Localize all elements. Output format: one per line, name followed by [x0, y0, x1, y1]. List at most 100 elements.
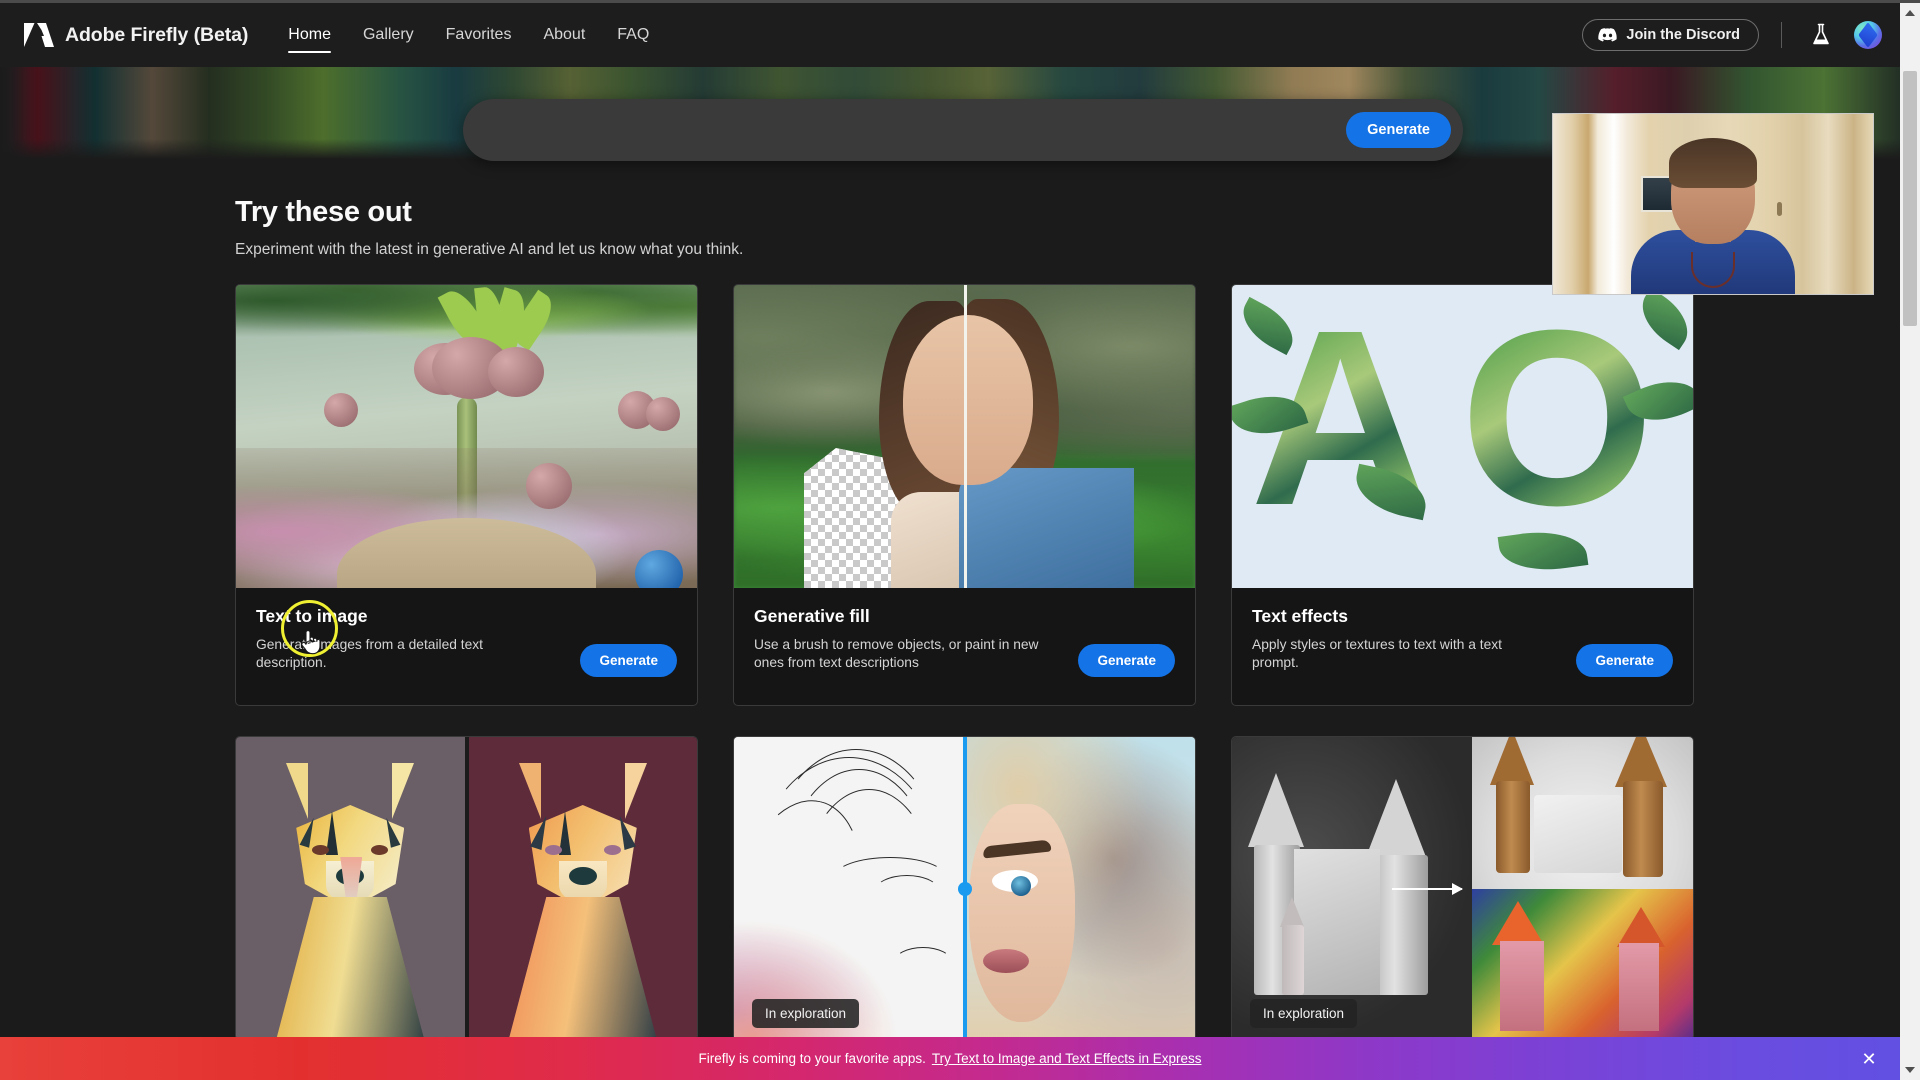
- card-description: Generate images from a detailed text des…: [256, 637, 484, 671]
- castle-small-tower: [1282, 925, 1304, 995]
- card-text-effects[interactable]: A O Text effects Apply styles or texture…: [1231, 284, 1694, 706]
- portrait-face: [902, 315, 1033, 485]
- main-nav: Home Gallery Favorites About FAQ: [272, 3, 665, 67]
- card-text-to-image[interactable]: Text to image Generate images from a det…: [235, 284, 698, 706]
- dog-body: [274, 897, 427, 1040]
- webcam-person-hair: [1669, 138, 1757, 188]
- nav-item-home[interactable]: Home: [272, 3, 347, 67]
- card-generate-button[interactable]: Generate: [580, 644, 677, 677]
- card-title: Text effects: [1252, 606, 1348, 626]
- geometric-dogs-image: [236, 737, 697, 1040]
- dog-ear: [624, 763, 647, 819]
- colorful-tower: [1618, 942, 1659, 1031]
- garden-bulb: [526, 463, 572, 509]
- dog-panel-left: [236, 737, 465, 1040]
- card-3d-to-image[interactable]: In exploration: [1231, 736, 1694, 1041]
- main-content: Try these out Experiment with the latest…: [0, 159, 1900, 1080]
- painted-iris: [1010, 876, 1031, 897]
- header-actions: Join the Discord: [1582, 3, 1882, 67]
- gingerbread-castle-image: [1471, 737, 1693, 889]
- garden-bulb: [488, 347, 544, 397]
- gingerbread-roof: [1533, 795, 1622, 873]
- avatar[interactable]: [1854, 21, 1882, 49]
- castle-tower: [1372, 855, 1428, 995]
- garden-bulb: [646, 397, 680, 431]
- scrollbar-thumb[interactable]: [1903, 71, 1917, 326]
- painted-lips: [982, 949, 1029, 974]
- card-body: Generative fill Use a brush to remove ob…: [734, 588, 1195, 705]
- sketch-to-portrait-image: In exploration: [734, 737, 1195, 1040]
- dog-ear: [392, 763, 415, 819]
- close-icon[interactable]: ✕: [1860, 1050, 1878, 1068]
- garden-bulb: [324, 393, 358, 427]
- avatar-glyph: [1858, 22, 1878, 48]
- castle-results: [1471, 737, 1693, 1040]
- card-body: Text effects Apply styles or textures to…: [1232, 588, 1693, 705]
- colorful-tower: [1499, 940, 1544, 1031]
- gingerbread-tower: [1622, 781, 1663, 877]
- castle-roof: [1491, 900, 1544, 945]
- dog-panel-right: [468, 737, 697, 1040]
- section-subtitle: Experiment with the latest in generative…: [235, 241, 744, 258]
- castle-cone: [1366, 779, 1426, 857]
- nav-item-favorites[interactable]: Favorites: [430, 3, 528, 67]
- status-badge: In exploration: [752, 999, 860, 1028]
- portrait-denim-jacket: [958, 468, 1134, 588]
- portrait-shirt: [890, 492, 969, 588]
- card-generative-fill[interactable]: Generative fill Use a brush to remove ob…: [733, 284, 1196, 706]
- gingerbread-cone: [1614, 737, 1667, 787]
- nav-item-faq[interactable]: FAQ: [601, 3, 665, 67]
- prompt-generate-button[interactable]: Generate: [1346, 112, 1451, 148]
- scroll-up-arrow-icon[interactable]: [1900, 3, 1920, 23]
- castle-small-cone: [1280, 897, 1304, 927]
- header-divider: [1781, 22, 1782, 48]
- card-geometric-dogs[interactable]: [235, 736, 698, 1041]
- before-after-divider: [963, 285, 967, 588]
- card-description: Use a brush to remove objects, or paint …: [754, 637, 1039, 671]
- gingerbread-tower: [1495, 781, 1530, 873]
- prompt-bar[interactable]: Generate: [463, 99, 1463, 161]
- card-body: Text to image Generate images from a det…: [236, 588, 697, 705]
- card-description: Apply styles or textures to text with a …: [1252, 637, 1502, 671]
- dog-eye: [544, 845, 562, 855]
- join-discord-label: Join the Discord: [1626, 27, 1740, 43]
- castle-roof: [1616, 906, 1665, 947]
- painted-half: [964, 737, 1195, 1040]
- scroll-down-arrow-icon[interactable]: [1900, 1060, 1920, 1080]
- flask-icon: [1813, 23, 1829, 45]
- painted-face: [969, 803, 1076, 1022]
- brand-name: Adobe Firefly (Beta): [65, 23, 249, 46]
- app-header: Adobe Firefly (Beta) Home Gallery Favori…: [0, 3, 1900, 67]
- portrait-background-fill-image: [734, 285, 1195, 588]
- card-generate-button[interactable]: Generate: [1576, 644, 1673, 677]
- leafy-letters-image: A O: [1232, 285, 1693, 588]
- feature-card-grid: Text to image Generate images from a det…: [235, 284, 1695, 1041]
- dog-ear: [518, 763, 541, 819]
- brand[interactable]: Adobe Firefly (Beta): [24, 22, 248, 48]
- prompt-input[interactable]: [463, 99, 1347, 161]
- discord-icon: [1598, 28, 1618, 42]
- castle-cone: [1248, 773, 1304, 847]
- browser-scrollbar[interactable]: [1900, 3, 1920, 1080]
- flask-button[interactable]: [1804, 18, 1838, 52]
- join-discord-button[interactable]: Join the Discord: [1582, 19, 1759, 51]
- fantasy-garden-image: [236, 285, 697, 588]
- nav-item-about[interactable]: About: [527, 3, 601, 67]
- leafy-letter-o: O: [1460, 285, 1655, 557]
- transform-arrow-icon: [1391, 882, 1463, 895]
- card-sketch-to-image[interactable]: In exploration: [733, 736, 1196, 1041]
- dog-nose: [568, 867, 597, 885]
- promo-link[interactable]: Try Text to Image and Text Effects in Ex…: [932, 1051, 1202, 1066]
- card-title: Text to image: [256, 606, 368, 626]
- dog-ear: [286, 763, 309, 819]
- firefly-app: Adobe Firefly (Beta) Home Gallery Favori…: [0, 3, 1900, 1080]
- before-after-handle[interactable]: [957, 881, 972, 896]
- webcam-overlay: [1552, 113, 1874, 295]
- promo-text: Firefly is coming to your favorite apps.: [698, 1051, 926, 1066]
- 3d-castle-texture-image: In exploration: [1232, 737, 1693, 1040]
- card-generate-button[interactable]: Generate: [1078, 644, 1175, 677]
- section-title: Try these out: [235, 196, 412, 228]
- webcam-door-handle: [1777, 202, 1782, 216]
- nav-item-gallery[interactable]: Gallery: [347, 3, 430, 67]
- promo-banner: Firefly is coming to your favorite apps.…: [0, 1037, 1900, 1080]
